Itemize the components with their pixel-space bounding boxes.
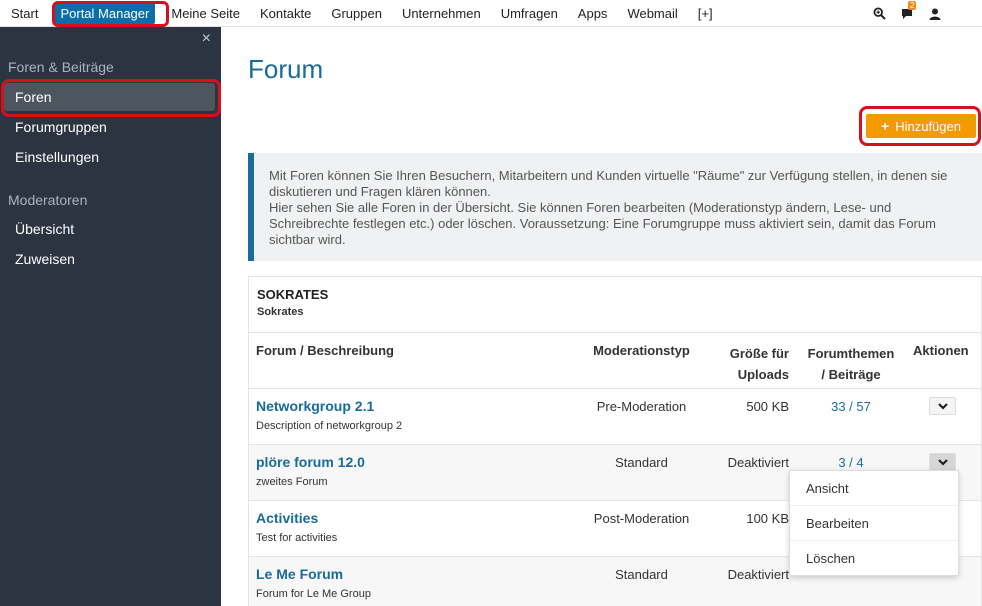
nav-umfragen[interactable]: Umfragen bbox=[491, 0, 568, 27]
sidebar-item-uebersicht[interactable]: Übersicht bbox=[15, 221, 74, 237]
plus-icon: + bbox=[881, 118, 890, 134]
nav-start[interactable]: Start bbox=[0, 0, 48, 27]
upload-size: Deaktiviert bbox=[727, 455, 789, 470]
table-row: Networkgroup 2.1 Description of networkg… bbox=[249, 389, 981, 445]
upload-size: 100 KB bbox=[746, 511, 789, 526]
group-title: SOKRATES bbox=[257, 287, 329, 302]
sidebar-item-label: Foren bbox=[15, 89, 52, 105]
header-moderation: Moderationstyp bbox=[593, 343, 690, 358]
header-size: Größe für Uploads bbox=[709, 343, 789, 385]
info-text: Mit Foren können Sie Ihren Besuchern, Mi… bbox=[269, 168, 948, 199]
moderation-type: Pre-Moderation bbox=[596, 399, 687, 414]
top-navigation: Start Portal Manager Meine Seite Kontakt… bbox=[0, 0, 982, 27]
forum-name-link[interactable]: Networkgroup 2.1 bbox=[256, 398, 374, 414]
nav-unternehmen[interactable]: Unternehmen bbox=[392, 0, 491, 27]
moderation-type: Post-Moderation bbox=[593, 511, 690, 526]
upload-size: 500 KB bbox=[746, 399, 789, 414]
nav-meine-seite[interactable]: Meine Seite bbox=[161, 0, 250, 27]
page-title: Forum bbox=[248, 54, 324, 84]
actions-dropdown-button[interactable] bbox=[929, 397, 956, 415]
forum-description: Test for activities bbox=[256, 532, 338, 544]
group-header: SOKRATES Sokrates bbox=[249, 277, 981, 333]
nav-apps[interactable]: Apps bbox=[568, 0, 618, 27]
nav-kontakte[interactable]: Kontakte bbox=[250, 0, 321, 27]
chat-icon[interactable]: 2 bbox=[900, 0, 917, 21]
nav-portal-manager-label: Portal Manager bbox=[54, 2, 156, 24]
group-subtitle: Sokrates bbox=[257, 306, 304, 318]
forum-description: Forum for Le Me Group bbox=[256, 588, 371, 600]
chevron-down-icon bbox=[937, 402, 948, 410]
nav-more[interactable]: [+] bbox=[688, 0, 723, 27]
moderation-type: Standard bbox=[615, 455, 668, 470]
header-actions: Aktionen bbox=[913, 343, 969, 358]
sidebar-item-forumgruppen[interactable]: Forumgruppen bbox=[15, 119, 107, 135]
chevron-down-icon bbox=[937, 458, 948, 466]
upload-size: Deaktiviert bbox=[727, 567, 789, 582]
nav-gruppen[interactable]: Gruppen bbox=[321, 0, 392, 27]
header-size-line1: Größe für bbox=[729, 346, 789, 361]
add-forum-button[interactable]: + Hinzufügen bbox=[866, 114, 976, 138]
topnav-icons: 2 bbox=[872, 0, 942, 27]
forum-description: zweites Forum bbox=[256, 476, 328, 488]
header-topics-line1: Forumthemen bbox=[807, 346, 895, 361]
add-button-label: Hinzufügen bbox=[895, 118, 961, 134]
header-topics-line2: / Beiträge bbox=[821, 367, 881, 382]
nav-portal-manager[interactable]: Portal Manager bbox=[48, 0, 161, 27]
sidebar-item-foren[interactable]: Foren bbox=[4, 83, 215, 111]
header-size-line2: Uploads bbox=[737, 367, 789, 382]
topics-posts-link[interactable]: 3 / 4 bbox=[797, 455, 905, 470]
actions-dropdown-menu: Ansicht Bearbeiten Löschen bbox=[789, 470, 959, 576]
sidebar-item-einstellungen[interactable]: Einstellungen bbox=[15, 149, 99, 165]
search-icon[interactable] bbox=[872, 7, 886, 21]
notification-badge: 2 bbox=[908, 0, 917, 10]
table-header: Forum / Beschreibung Moderationstyp Größ… bbox=[249, 333, 981, 389]
info-text-2: Hier sehen Sie alle Foren in der Übersic… bbox=[269, 200, 936, 247]
sidebar-section-moderators: Moderatoren bbox=[8, 192, 88, 208]
info-box: Mit Foren können Sie Ihren Besuchern, Mi… bbox=[248, 153, 982, 261]
actions-dropdown-button[interactable] bbox=[929, 453, 956, 471]
forum-name-link[interactable]: Le Me Forum bbox=[256, 566, 343, 582]
topics-posts-link[interactable]: 33 / 57 bbox=[797, 399, 905, 414]
sidebar-section-forums: Foren & Beiträge bbox=[8, 59, 114, 75]
menu-item-view[interactable]: Ansicht bbox=[790, 471, 958, 506]
close-icon[interactable]: × bbox=[202, 30, 211, 48]
sidebar: × Foren & Beiträge Foren Forumgruppen Ei… bbox=[0, 27, 221, 606]
forum-name-link[interactable]: Activities bbox=[256, 510, 318, 526]
user-icon[interactable] bbox=[928, 7, 942, 21]
forum-description: Description of networkgroup 2 bbox=[256, 420, 403, 432]
moderation-type: Standard bbox=[615, 567, 668, 582]
sidebar-item-zuweisen[interactable]: Zuweisen bbox=[15, 251, 75, 267]
header-forum: Forum / Beschreibung bbox=[256, 343, 394, 358]
forum-name-link[interactable]: plöre forum 12.0 bbox=[256, 454, 365, 470]
nav-webmail[interactable]: Webmail bbox=[617, 0, 687, 27]
menu-item-delete[interactable]: Löschen bbox=[790, 541, 958, 576]
header-topics: Forumthemen / Beiträge bbox=[797, 343, 905, 385]
menu-item-edit[interactable]: Bearbeiten bbox=[790, 506, 958, 541]
